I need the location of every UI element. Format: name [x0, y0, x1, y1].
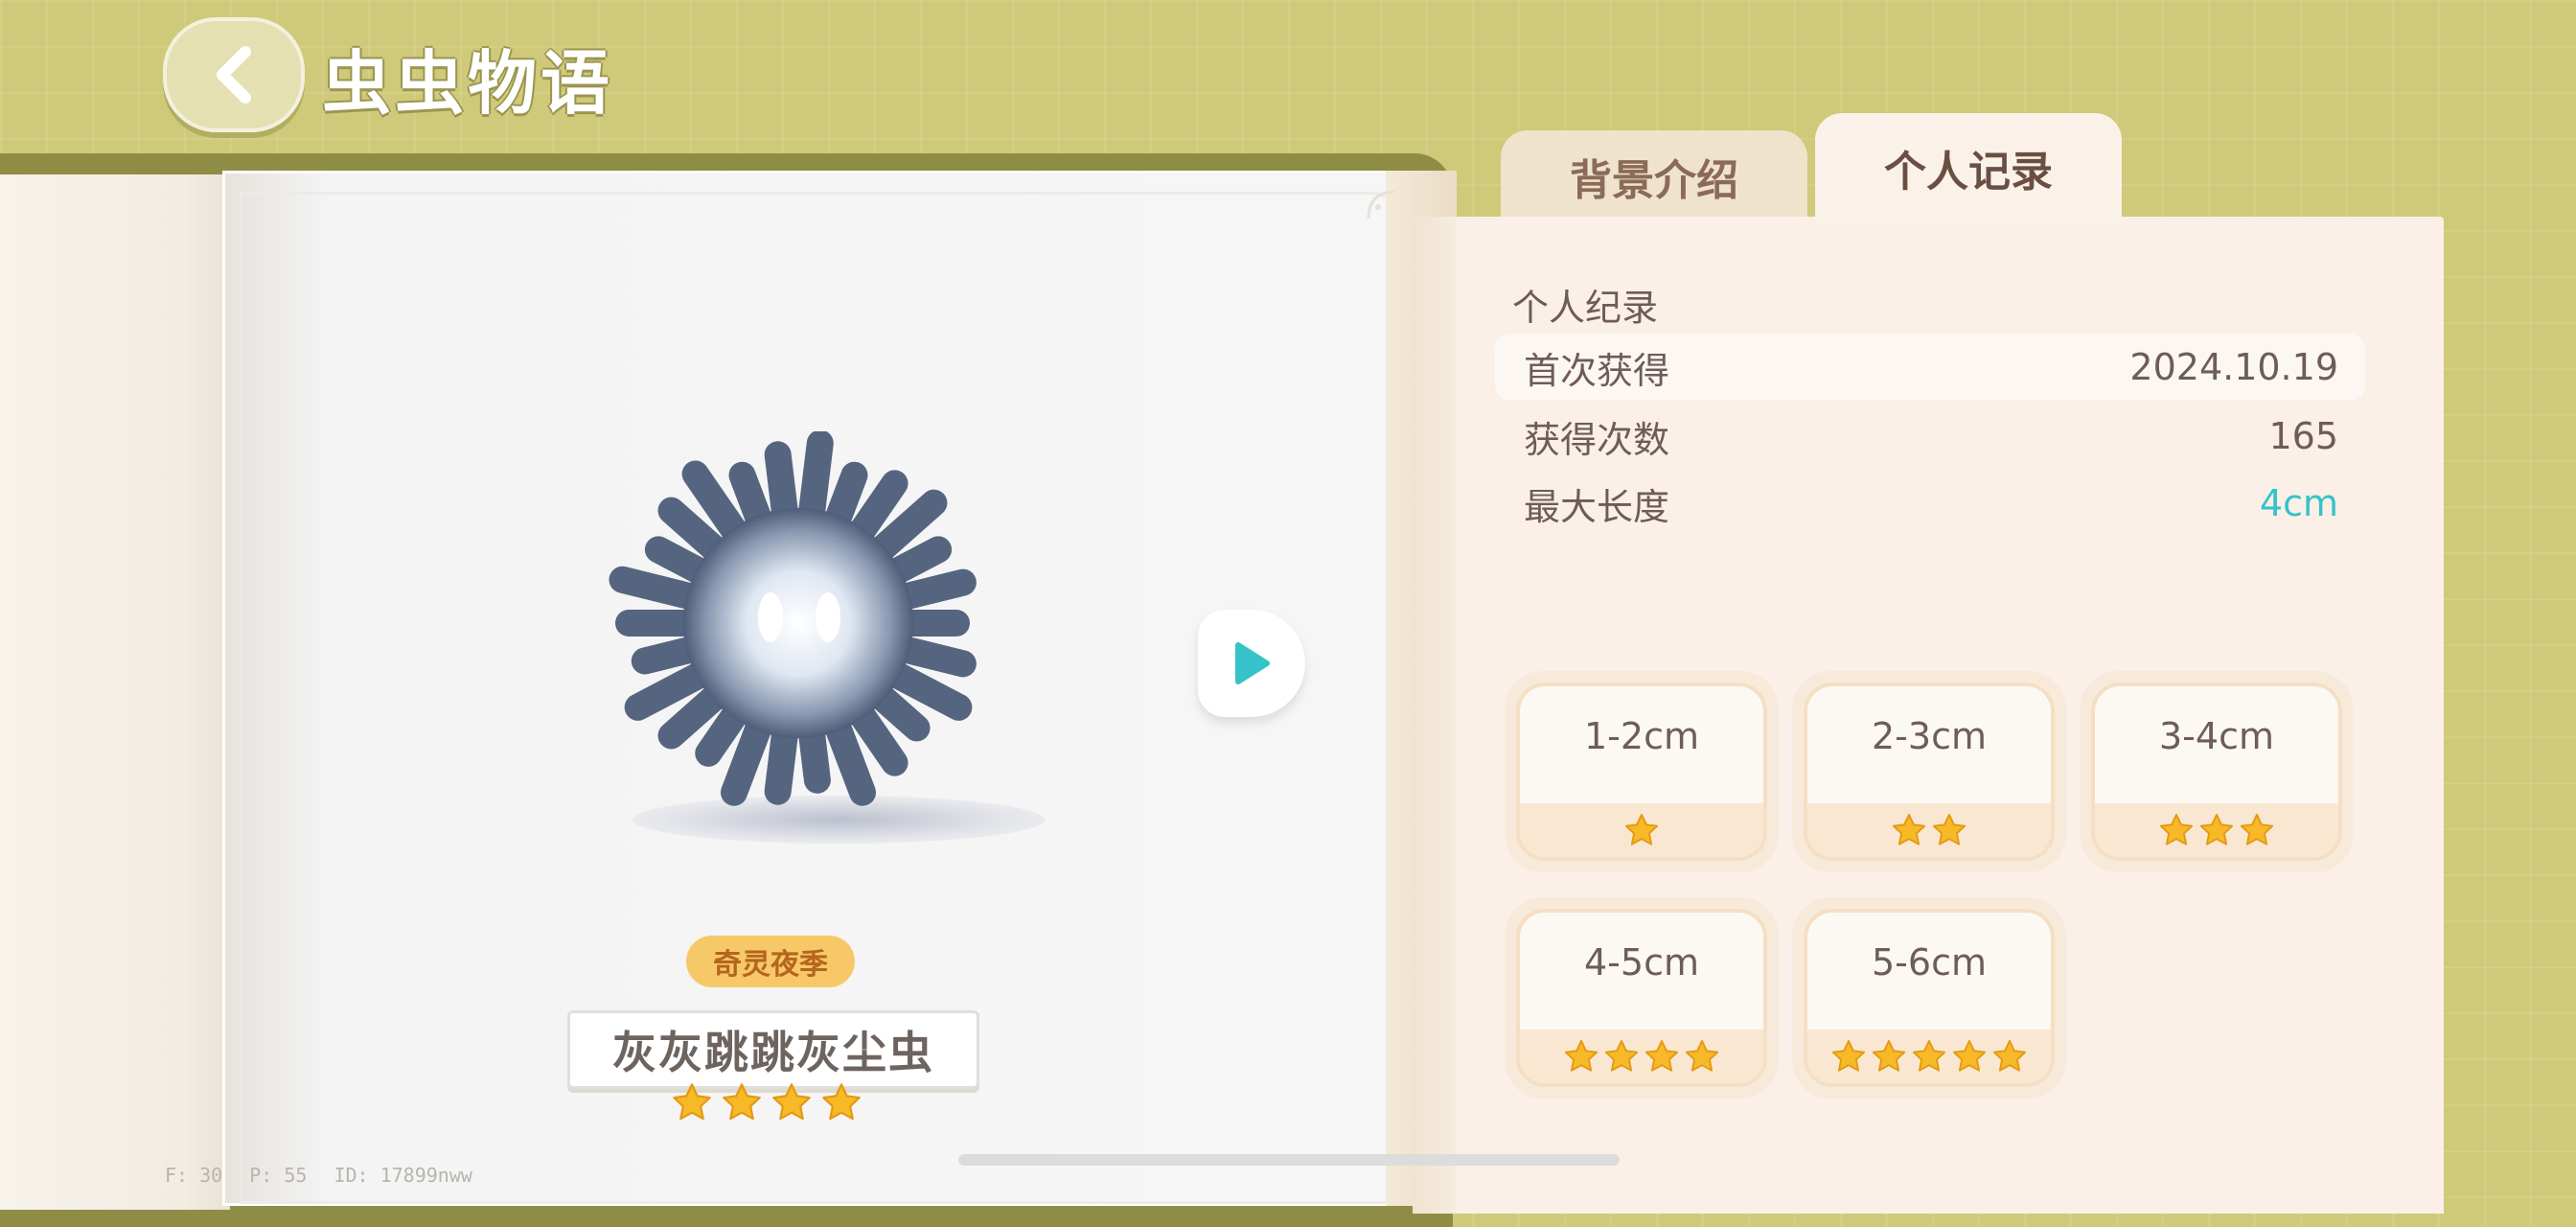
size-stars — [1807, 803, 2051, 857]
book-left-page — [0, 174, 230, 1210]
star-icon — [2199, 813, 2234, 845]
record-row-first-obtained: 首次获得 2024.10.19 — [1495, 334, 2365, 401]
size-label: 3-4cm — [2159, 715, 2274, 757]
dust-bug-creature-image — [609, 431, 977, 806]
record-row-max-length: 最大长度 4cm — [1495, 470, 2365, 537]
debug-ping: P: 55 — [249, 1164, 308, 1187]
play-icon — [1235, 642, 1270, 684]
size-label: 4-5cm — [1584, 941, 1699, 984]
star-icon — [1831, 1039, 1866, 1072]
record-row-obtained-count: 获得次数 165 — [1495, 403, 2365, 470]
home-indicator[interactable] — [958, 1154, 1620, 1166]
record-value: 4cm — [2259, 482, 2338, 524]
star-icon — [1892, 813, 1926, 845]
debug-id: ID: 17899nww — [334, 1164, 472, 1187]
size-stars — [1520, 803, 1763, 857]
record-label: 首次获得 — [1524, 349, 1670, 392]
size-card-5-6cm[interactable]: 5-6cm — [1792, 897, 2066, 1099]
page-title: 虫虫物语 — [322, 43, 614, 124]
size-card-2-3cm[interactable]: 2-3cm — [1792, 671, 2066, 872]
record-label: 最大长度 — [1524, 485, 1670, 528]
creature-name: 灰灰跳跳灰尘虫 — [567, 1010, 979, 1089]
star-icon — [2159, 813, 2194, 845]
star-icon — [1644, 1039, 1679, 1072]
tab-personal-record[interactable]: 个人记录 — [1815, 113, 2122, 222]
star-icon — [822, 1083, 861, 1121]
debug-overlay: F: 30 P: 55 ID: 17899nww — [165, 1164, 472, 1187]
star-icon — [1604, 1039, 1639, 1072]
star-icon — [1564, 1039, 1598, 1072]
star-icon — [1952, 1039, 1987, 1072]
debug-fps: F: 30 — [165, 1164, 223, 1187]
back-button[interactable] — [163, 17, 305, 132]
chevron-left-icon — [217, 46, 251, 104]
size-label: 2-3cm — [1872, 715, 1987, 757]
record-section-title: 个人纪录 — [1512, 287, 1659, 329]
record-panel-edge — [1413, 217, 1457, 1214]
size-card-3-4cm[interactable]: 3-4cm — [2080, 671, 2354, 872]
size-label: 5-6cm — [1872, 941, 1987, 984]
star-icon — [2240, 813, 2274, 845]
star-icon — [1872, 1039, 1906, 1072]
size-stars — [2095, 803, 2338, 857]
star-icon — [1624, 813, 1659, 845]
size-label: 1-2cm — [1584, 715, 1699, 757]
star-icon — [1912, 1039, 1946, 1072]
star-icon — [772, 1083, 811, 1121]
play-animation-button[interactable] — [1198, 610, 1305, 717]
season-badge: 奇灵夜季 — [686, 936, 855, 987]
page-corner-deco-icon — [1367, 190, 1396, 220]
size-stars — [1520, 1030, 1763, 1083]
size-card-4-5cm[interactable]: 4-5cm — [1505, 897, 1779, 1099]
star-icon — [723, 1083, 761, 1121]
record-value: 2024.10.19 — [2129, 346, 2338, 388]
size-stars — [1807, 1030, 2051, 1083]
record-label: 获得次数 — [1524, 418, 1670, 461]
record-value: 165 — [2268, 415, 2338, 457]
star-icon — [1932, 813, 1966, 845]
star-icon — [1992, 1039, 2027, 1072]
tab-background-intro[interactable]: 背景介绍 — [1501, 130, 1807, 222]
creature-rarity-stars — [671, 1081, 862, 1123]
star-icon — [1685, 1039, 1719, 1072]
size-card-1-2cm[interactable]: 1-2cm — [1505, 671, 1779, 872]
star-icon — [673, 1083, 711, 1121]
